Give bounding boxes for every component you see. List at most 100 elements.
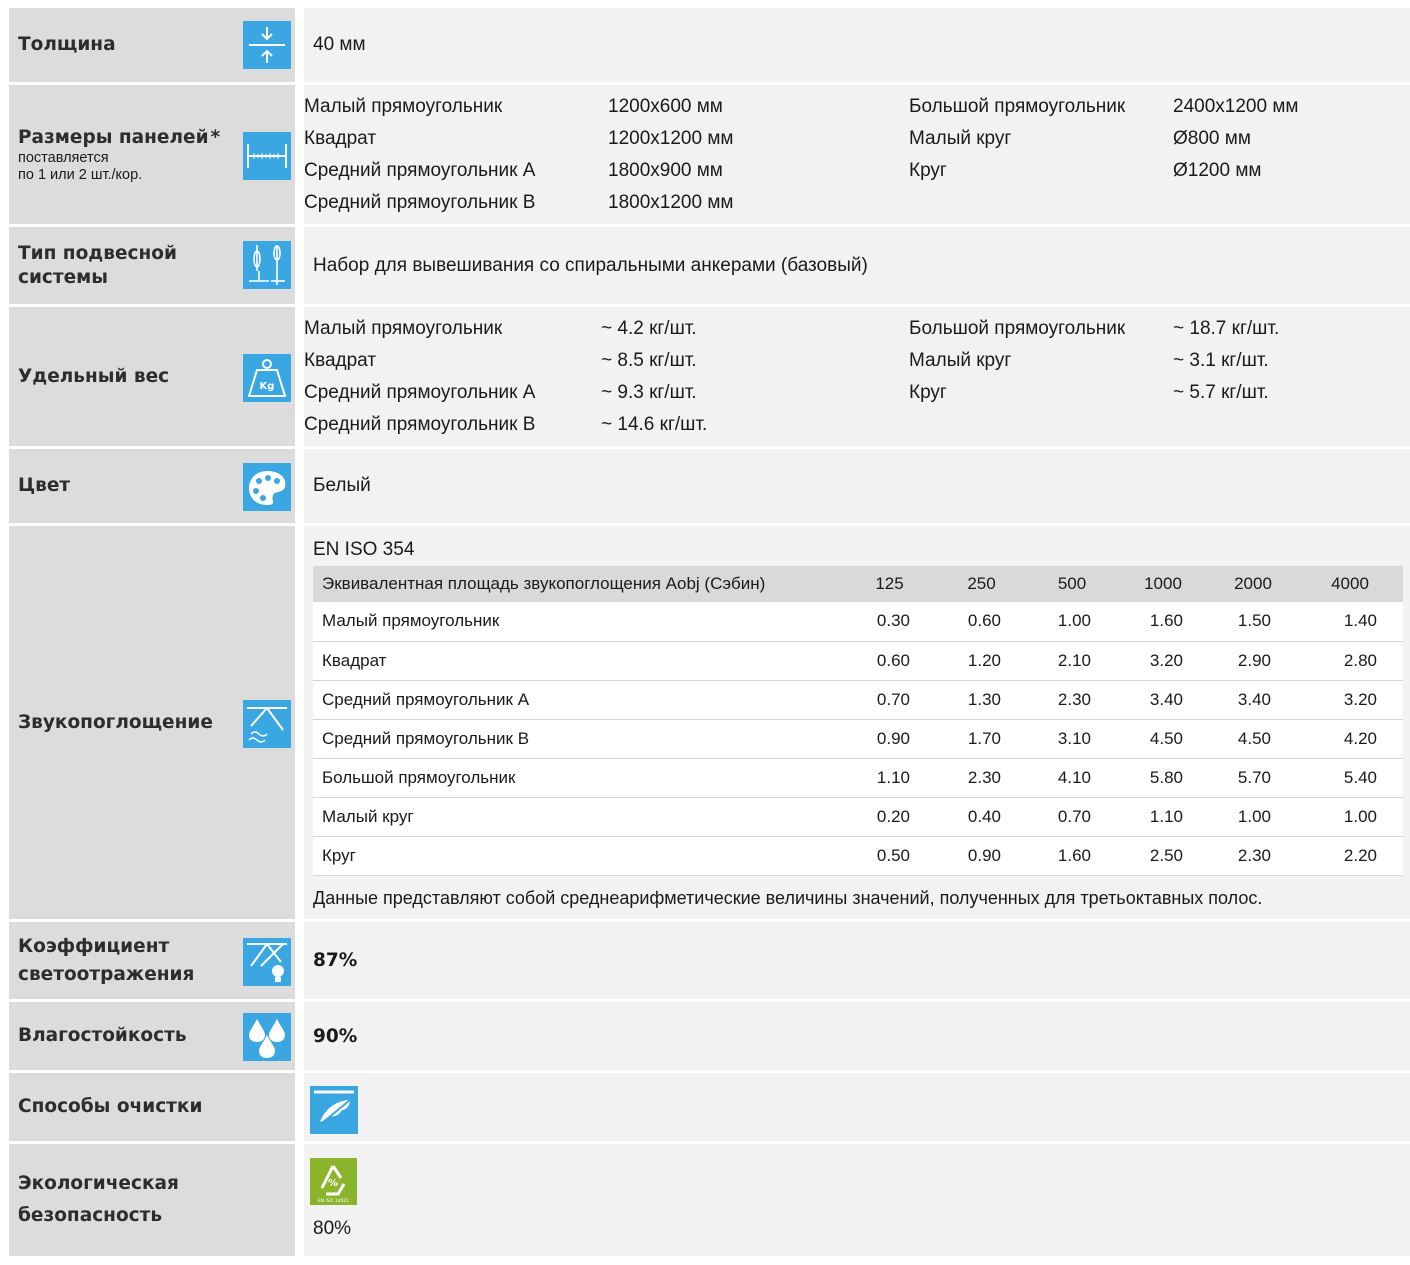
table-cell: 3.40 <box>1209 680 1297 720</box>
table-header: Эквивалентная площадь звукопоглощения Ao… <box>313 566 843 602</box>
weight-name: Малый прямоугольник <box>304 318 503 339</box>
size-value: 1800x900 мм <box>608 160 723 181</box>
table-cell: 1.00 <box>1297 797 1403 837</box>
table-cell: 0.60 <box>936 602 1027 642</box>
table-cell: Малый прямоугольник <box>313 602 843 642</box>
size-value: Ø800 мм <box>1173 128 1251 149</box>
size-value: 1200x600 мм <box>608 96 723 117</box>
row-value: Набор для вывешивания со спиральными анк… <box>304 227 1410 304</box>
suspension-anchor-icon <box>243 241 291 289</box>
reflectance-value: 87% <box>313 950 358 971</box>
row-value: Белый <box>304 449 1410 523</box>
table-cell: Малый круг <box>313 797 843 837</box>
table-header-row: Эквивалентная площадь звукопоглощения Ao… <box>313 566 1403 602</box>
table-cell: 1.60 <box>1117 602 1209 642</box>
row-weight: Удельный вес Kg Малый прямоугольник ~ 4.… <box>9 307 1410 449</box>
table-cell: 5.80 <box>1117 758 1209 798</box>
row-color: Цвет Белый <box>9 449 1410 526</box>
table-cell: 4.50 <box>1117 719 1209 759</box>
table-cell: 1.50 <box>1209 602 1297 642</box>
row-cleaning: Способы очистки <box>9 1073 1410 1144</box>
weight-value: ~ 9.3 кг/шт. <box>601 382 697 403</box>
thickness-value: 40 мм <box>313 34 366 55</box>
weight-value: ~ 18.7 кг/шт. <box>1173 318 1280 339</box>
cleaning-label: Способы очистки <box>18 1096 203 1117</box>
absorption-label: Звукопоглощение <box>18 711 213 733</box>
table-row: Средний прямоугольник A 0.70 1.30 2.30 3… <box>313 680 1403 720</box>
reflectance-label-1: Коэффициент <box>18 935 170 957</box>
table-cell: 5.40 <box>1297 758 1403 798</box>
row-absorption: Звукопоглощение EN ISO 354 Эквивалентная… <box>9 526 1410 922</box>
table-header: 4000 <box>1297 566 1403 602</box>
icon-caption: EN ISO 14021 <box>318 1198 349 1204</box>
row-label: Коэффициент светоотражения <box>9 922 295 999</box>
color-label: Цвет <box>18 475 71 496</box>
weight-name: Малый круг <box>909 350 1012 371</box>
water-drops-icon <box>243 1013 291 1061</box>
icon-percent: % <box>328 1178 338 1189</box>
table-cell: 0.30 <box>843 602 936 642</box>
table-row: Малый прямоугольник 0.30 0.60 1.00 1.60 … <box>313 602 1403 642</box>
reflectance-label-2: светоотражения <box>18 963 195 985</box>
row-label: Звукопоглощение <box>9 526 295 919</box>
size-name: Малый круг <box>909 128 1012 149</box>
palette-icon <box>243 463 291 511</box>
table-row: Круг 0.50 0.90 1.60 2.50 2.30 2.20 <box>313 836 1403 876</box>
table-cell: 2.30 <box>1209 836 1297 876</box>
sound-absorption-icon <box>243 700 291 748</box>
table-cell: 2.20 <box>1297 836 1403 876</box>
row-label: Влагостойкость <box>9 1002 295 1070</box>
svg-text:Kg: Kg <box>260 381 275 392</box>
row-label: Толщина <box>9 8 295 82</box>
table-cell: 2.90 <box>1209 641 1297 681</box>
table-cell: 3.20 <box>1117 641 1209 681</box>
table-cell: 0.50 <box>843 836 936 876</box>
table-header: 2000 <box>1209 566 1297 602</box>
table-cell: 0.90 <box>936 836 1027 876</box>
row-value: EN ISO 354 Эквивалентная площадь звукопо… <box>304 526 1410 919</box>
table-cell: 4.20 <box>1297 719 1403 759</box>
table-cell: 1.00 <box>1027 602 1117 642</box>
eco-label-1: Экологическая <box>18 1173 179 1194</box>
row-value: 90% <box>304 1002 1410 1070</box>
size-name: Средний прямоугольник A <box>304 160 536 181</box>
table-cell: 2.80 <box>1297 641 1403 681</box>
size-name: Большой прямоугольник <box>909 96 1126 117</box>
weight-name: Средний прямоугольник B <box>304 414 536 435</box>
table-cell: Квадрат <box>313 641 843 681</box>
color-value: Белый <box>313 475 371 496</box>
row-eco: Экологическая безопасность % EN ISO 1402… <box>9 1144 1410 1256</box>
table-cell: 3.10 <box>1027 719 1117 759</box>
size-value: 2400x1200 мм <box>1173 96 1299 117</box>
table-header: 250 <box>936 566 1027 602</box>
table-row: Квадрат 0.60 1.20 2.10 3.20 2.90 2.80 <box>313 641 1403 681</box>
weight-label: Удельный вес <box>18 365 170 387</box>
spec-sheet: Толщина 40 мм Размеры панелей * поставля… <box>9 8 1410 1256</box>
table-cell: 3.40 <box>1117 680 1209 720</box>
suspension-value: Набор для вывешивания со спиральными анк… <box>313 254 868 276</box>
absorption-footnote: Данные представляют собой среднеарифмети… <box>313 887 1263 908</box>
table-cell: Средний прямоугольник A <box>313 680 843 720</box>
size-value: 1800x1200 мм <box>608 192 734 213</box>
width-dimension-icon <box>243 132 291 180</box>
eco-value: 80% <box>313 1218 352 1239</box>
table-header: 500 <box>1027 566 1117 602</box>
weight-name: Квадрат <box>304 350 377 371</box>
row-thickness: Толщина 40 мм <box>9 8 1410 85</box>
weight-kg-icon: Kg <box>243 354 291 402</box>
row-label: Способы очистки <box>9 1073 295 1141</box>
table-cell: 0.20 <box>843 797 936 837</box>
sizes-note-1: поставляется <box>18 149 109 166</box>
row-label: Цвет <box>9 449 295 523</box>
table-cell: 1.70 <box>936 719 1027 759</box>
light-reflection-icon <box>243 938 291 986</box>
row-value <box>304 1073 1410 1141</box>
table-cell: 0.40 <box>936 797 1027 837</box>
sizes-label: Размеры панелей * <box>18 126 221 148</box>
suspension-label-1: Тип подвесной <box>18 242 177 264</box>
table-cell: 4.10 <box>1027 758 1117 798</box>
table-header: 1000 <box>1117 566 1209 602</box>
suspension-label-2: системы <box>18 266 109 288</box>
table-cell: 1.60 <box>1027 836 1117 876</box>
row-value: % EN ISO 14021 80% <box>304 1144 1410 1256</box>
